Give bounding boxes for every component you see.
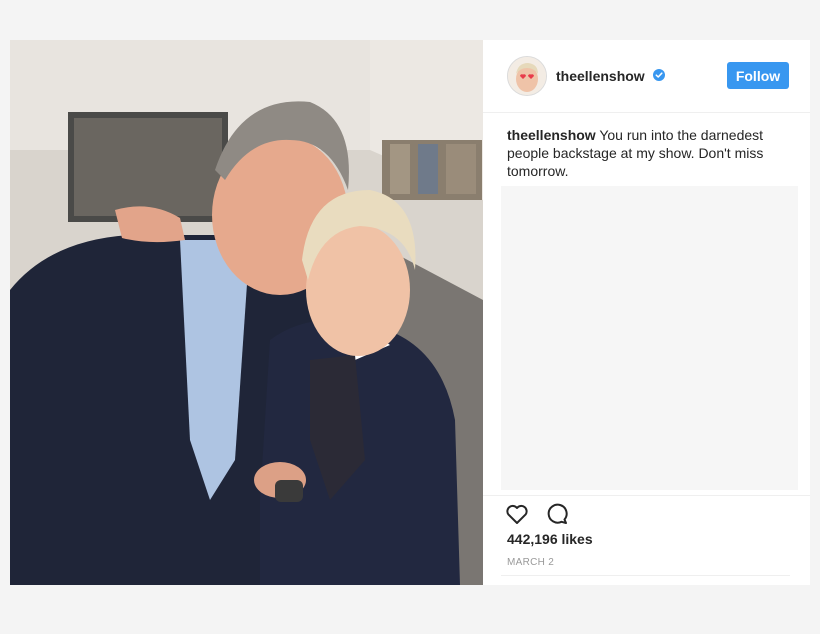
follow-button[interactable]: Follow bbox=[727, 62, 789, 89]
avatar-icon bbox=[508, 57, 546, 95]
post-caption: theellenshow You run into the darnedest … bbox=[507, 126, 792, 180]
comment-bubble-icon bbox=[547, 503, 568, 524]
heart-icon bbox=[506, 504, 528, 524]
comment-button[interactable] bbox=[543, 500, 571, 528]
post-photo[interactable] bbox=[10, 40, 483, 585]
verified-badge-icon bbox=[653, 69, 665, 81]
post-date[interactable]: MARCH 2 bbox=[507, 557, 554, 568]
like-button[interactable] bbox=[503, 500, 531, 528]
post-header: theellenshow Follow bbox=[483, 40, 810, 113]
caption-username[interactable]: theellenshow bbox=[507, 127, 596, 143]
post-actions: 442,196 likes MARCH 2 bbox=[483, 495, 810, 586]
post-username[interactable]: theellenshow bbox=[556, 68, 645, 84]
instagram-post: theellenshow Follow theellenshow You run… bbox=[10, 40, 810, 585]
post-side-panel: theellenshow Follow theellenshow You run… bbox=[483, 40, 810, 585]
avatar[interactable] bbox=[507, 56, 547, 96]
comments-area bbox=[501, 186, 798, 490]
likes-count[interactable]: 442,196 likes bbox=[507, 531, 593, 547]
divider bbox=[501, 575, 790, 576]
